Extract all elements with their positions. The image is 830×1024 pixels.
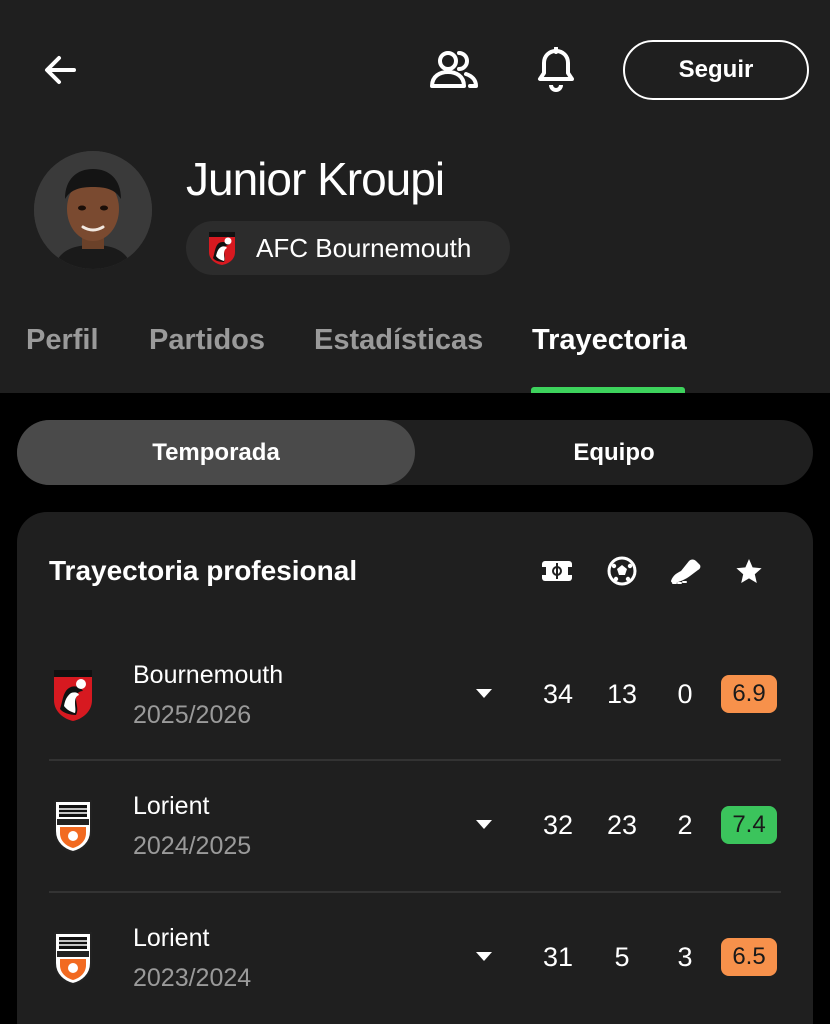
- goals-value: 5: [614, 942, 630, 972]
- club-name: Lorient: [133, 924, 210, 952]
- row-divider: [49, 759, 781, 761]
- season-label: 2024/2025: [133, 832, 252, 860]
- back-button[interactable]: [28, 38, 92, 102]
- player-avatar: [34, 151, 152, 269]
- follow-button[interactable]: Seguir: [623, 40, 809, 100]
- goals-value: 13: [606, 679, 638, 709]
- tab-career[interactable]: Trayectoria: [532, 324, 687, 357]
- lorient-crest-icon: [54, 932, 92, 986]
- appearances-value: 34: [542, 679, 574, 709]
- appearances-column-header: [539, 554, 575, 588]
- appearances-value: 31: [542, 942, 574, 972]
- club-name: Lorient: [133, 792, 210, 820]
- tab-statistics[interactable]: Estadísticas: [314, 324, 483, 357]
- segment-season[interactable]: Temporada: [17, 420, 415, 485]
- row-divider: [49, 891, 781, 893]
- goals-icon: [607, 556, 637, 586]
- player-name: Junior Kroupi: [186, 153, 445, 205]
- rating-badge: 7.4: [721, 806, 777, 844]
- season-label: 2023/2024: [133, 964, 252, 992]
- lorient-crest-icon: [54, 800, 92, 854]
- profile-header: Seguir Junior Kroupi AFC Bournemouth Per…: [0, 0, 830, 393]
- rating-badge: 6.5: [721, 938, 777, 976]
- people-icon: [430, 51, 478, 88]
- bournemouth-crest-icon: [209, 232, 235, 265]
- career-title: Trayectoria profesional: [49, 555, 358, 586]
- goals-value: 23: [606, 810, 638, 840]
- team-chip[interactable]: AFC Bournemouth: [186, 221, 510, 275]
- assists-value: 3: [677, 942, 693, 972]
- club-name: Bournemouth: [133, 661, 284, 689]
- assists-value: 0: [677, 679, 693, 709]
- career-card: Trayectoria profesional Bournemouth 2025…: [17, 512, 813, 1024]
- season-label: 2025/2026: [133, 701, 252, 729]
- career-row[interactable]: Bournemouth 2025/2026 34 13 0 6.9: [17, 631, 813, 762]
- bournemouth-crest-icon: [54, 670, 92, 721]
- assists-column-header: [668, 554, 704, 588]
- rating-column-header: [731, 554, 767, 588]
- season-team-toggle: Temporada Equipo: [17, 420, 813, 485]
- rating-icon: [736, 559, 762, 583]
- assists-icon: [671, 559, 701, 584]
- tab-matches[interactable]: Partidos: [149, 324, 265, 357]
- team-name: AFC Bournemouth: [256, 232, 472, 263]
- segment-team[interactable]: Equipo: [415, 420, 813, 485]
- goals-column-header: [604, 554, 640, 588]
- player-photo: [34, 151, 152, 269]
- players-button[interactable]: [422, 38, 486, 102]
- active-tab-indicator: [531, 387, 685, 393]
- bell-icon: [538, 47, 574, 92]
- assists-value: 2: [677, 810, 693, 840]
- back-arrow-icon: [45, 56, 76, 84]
- tab-profile[interactable]: Perfil: [26, 324, 99, 357]
- expand-caret-icon[interactable]: [473, 946, 495, 966]
- career-row[interactable]: Lorient 2023/2024 31 5 3 6.5: [17, 894, 813, 1024]
- appearances-icon: [542, 561, 572, 581]
- notifications-button[interactable]: [524, 38, 588, 102]
- appearances-value: 32: [542, 810, 574, 840]
- rating-badge: 6.9: [721, 675, 777, 713]
- expand-caret-icon[interactable]: [473, 814, 495, 834]
- expand-caret-icon[interactable]: [473, 683, 495, 703]
- career-row[interactable]: Lorient 2024/2025 32 23 2 7.4: [17, 762, 813, 893]
